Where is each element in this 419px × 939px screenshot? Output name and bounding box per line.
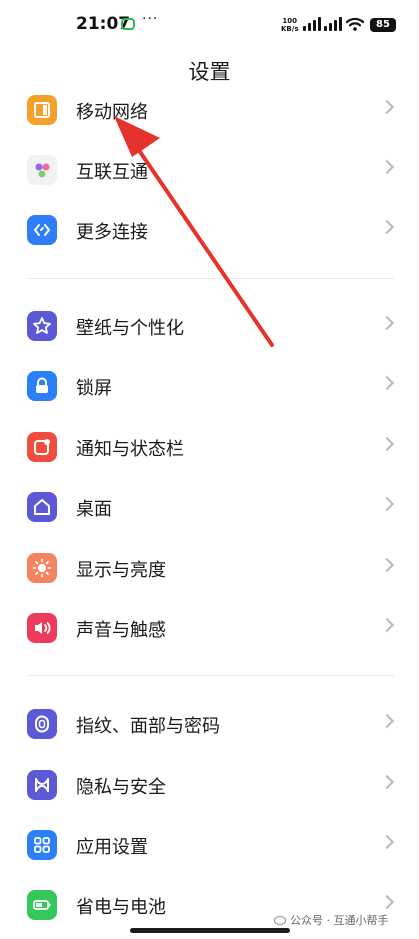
home-indicator[interactable] xyxy=(130,928,290,933)
watermark-text: 公众号 · 互通小帮手 xyxy=(290,914,389,927)
watermark: 公众号 · 互通小帮手 xyxy=(274,912,389,928)
annotation-arrow xyxy=(114,116,274,347)
wechat-icon xyxy=(274,916,286,925)
